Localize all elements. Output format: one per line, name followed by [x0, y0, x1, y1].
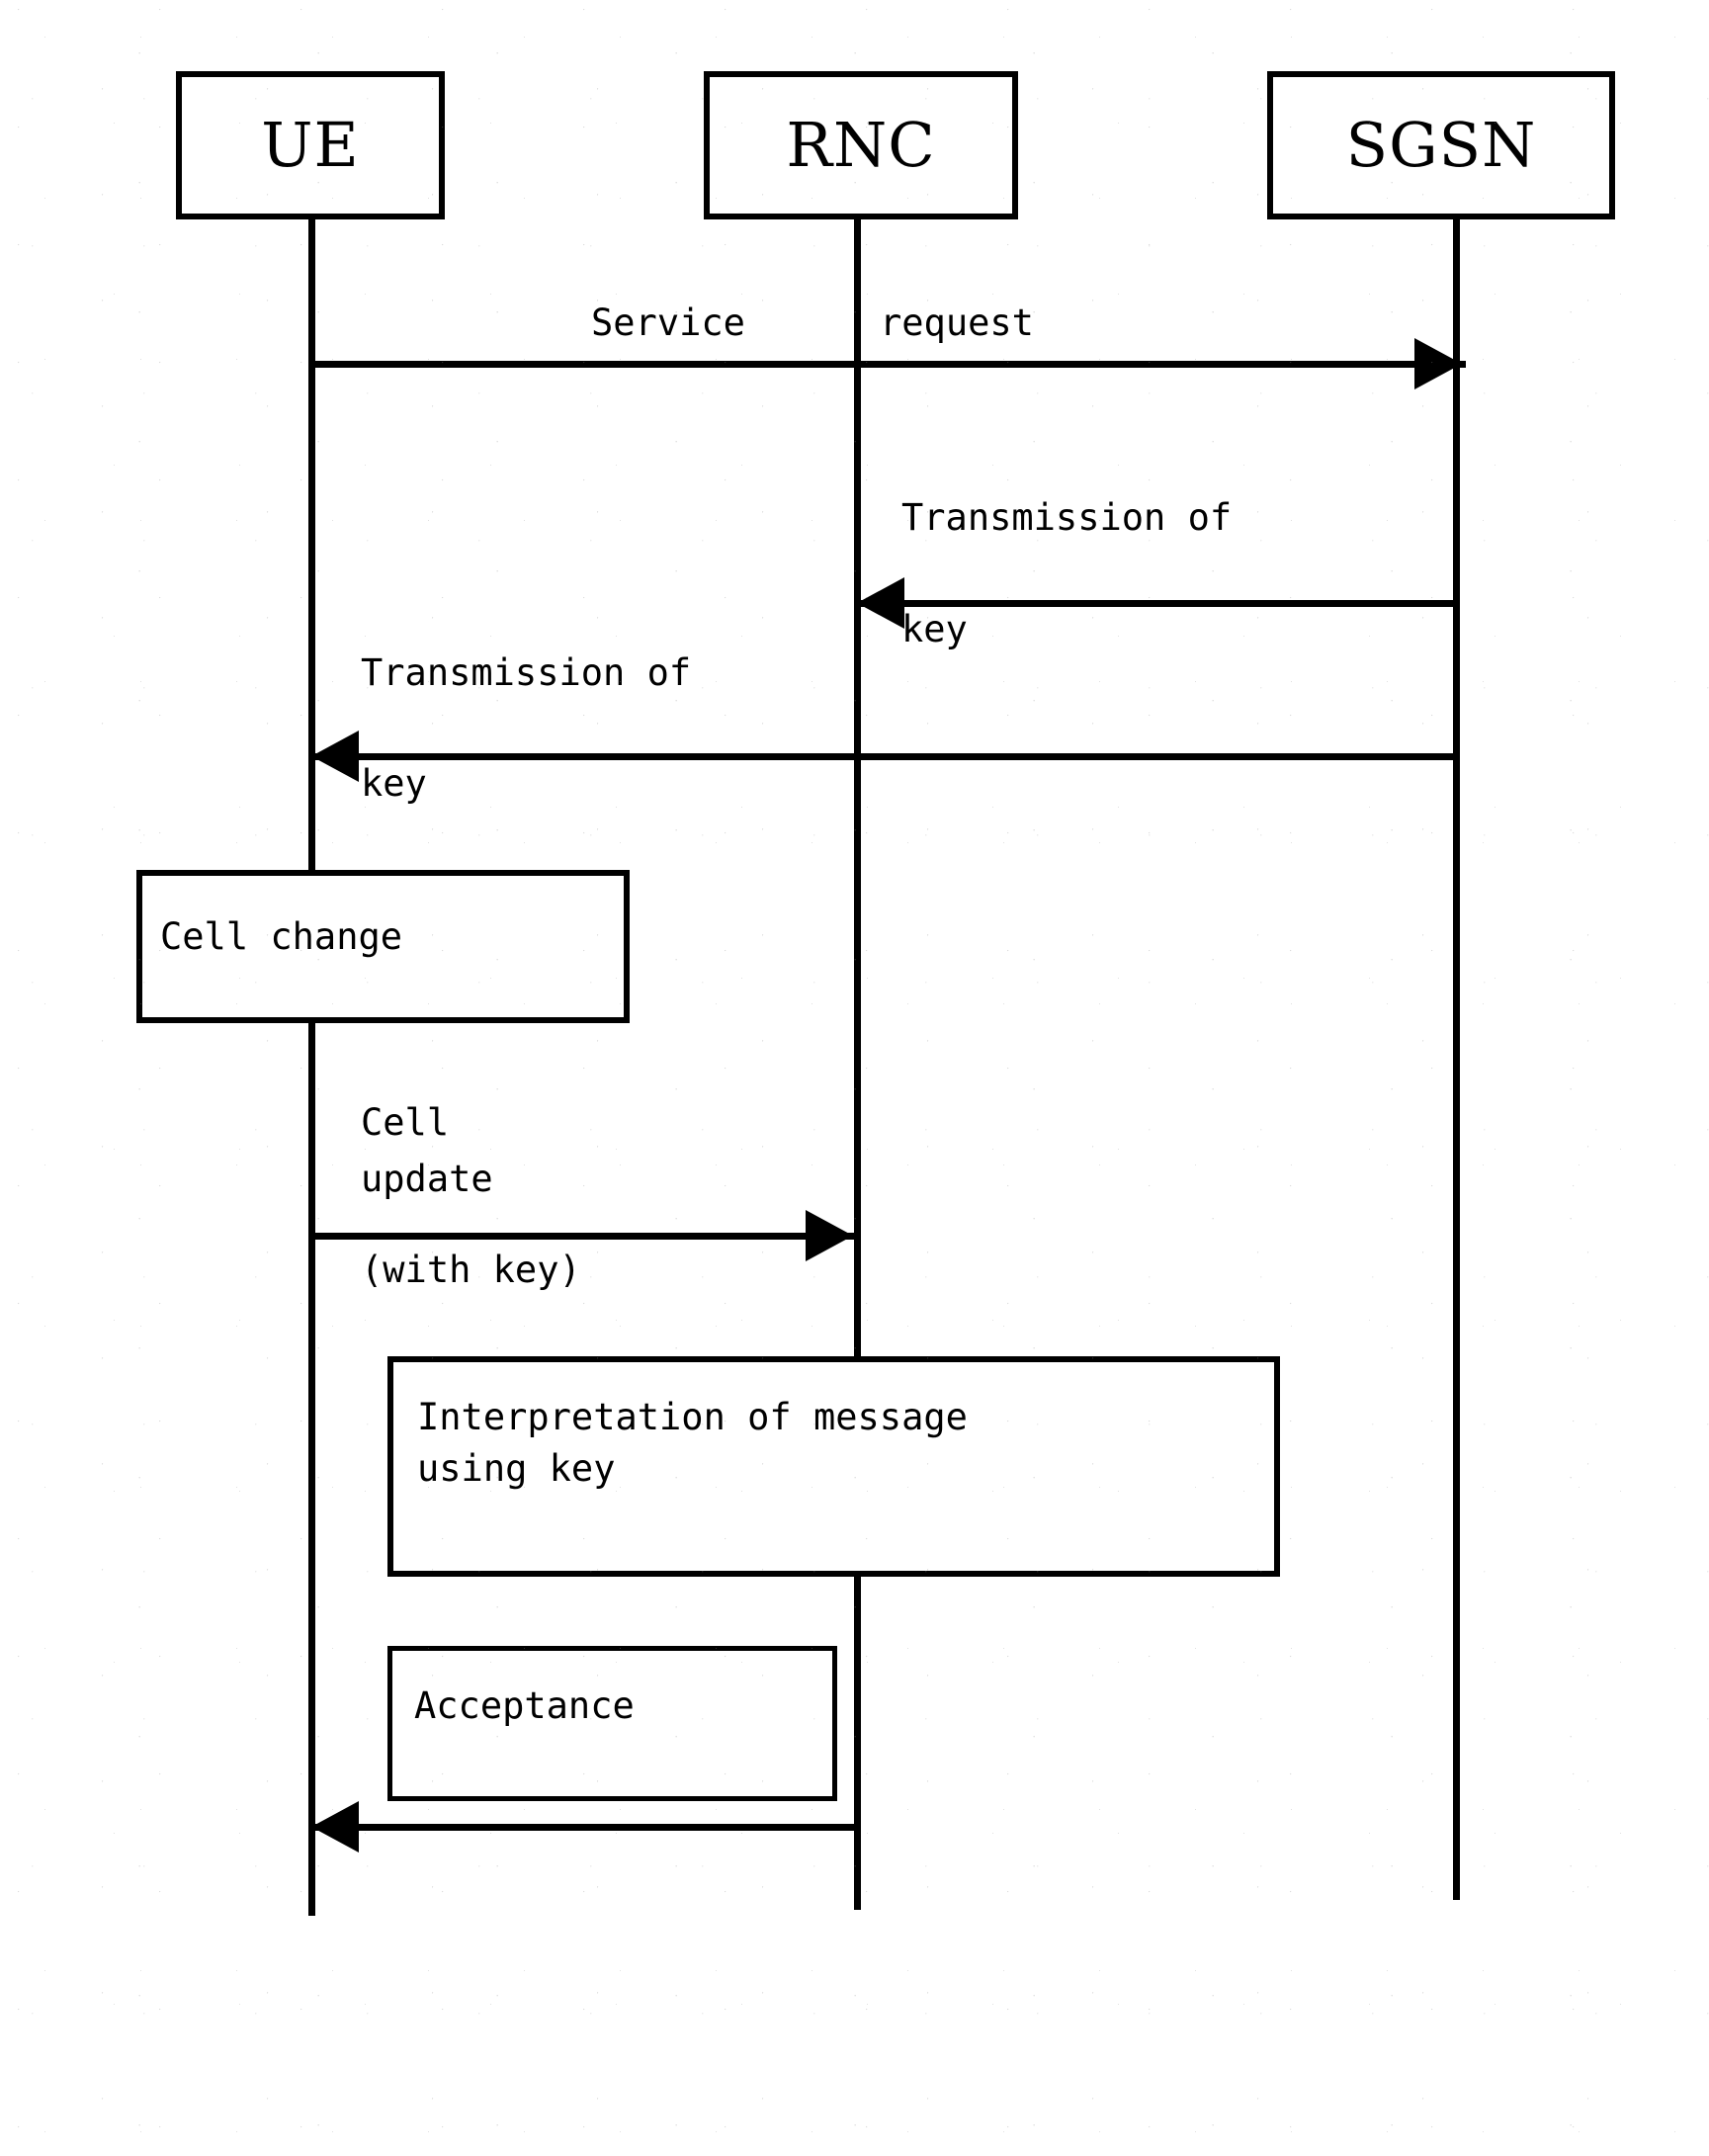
lifeline-rnc: [854, 219, 861, 1910]
note-text-cell-change: Cell change: [160, 915, 403, 958]
actor-box-ue: UE: [176, 71, 445, 219]
note-text-interpretation-line1: Interpretation of message: [417, 1396, 968, 1438]
message-label-tx-key-ue-line2: key: [361, 762, 427, 805]
message-line-cell-update: [311, 1233, 857, 1240]
message-label-tx-key-ue-line1: Transmission of: [361, 651, 692, 694]
note-box-acceptance: Acceptance: [387, 1646, 837, 1801]
actor-label-rnc: RNC: [786, 109, 936, 181]
lifeline-ue: [308, 219, 315, 1916]
arrowhead-right-cell-update: [806, 1210, 853, 1261]
actor-box-rnc: RNC: [704, 71, 1018, 219]
message-label-service-request-line2: request: [880, 302, 1034, 344]
arrowhead-left-acceptance: [311, 1801, 359, 1853]
note-box-cell-change: Cell change: [136, 870, 630, 1023]
message-line-tx-key-rnc: [857, 600, 1456, 607]
note-text-acceptance: Acceptance: [414, 1684, 635, 1727]
lifeline-sgsn: [1453, 219, 1460, 1900]
actor-box-sgsn: SGSN: [1267, 71, 1615, 219]
arrowhead-left-tx-key-ue: [311, 731, 359, 782]
note-text-interpretation-line2: using key: [417, 1447, 616, 1490]
message-label-cell-update-line2: update: [361, 1158, 493, 1200]
actor-label-ue: UE: [261, 109, 360, 181]
message-line-service-request: [311, 361, 1466, 368]
message-label-tx-key-rnc-line1: Transmission of: [901, 496, 1233, 539]
actor-label-sgsn: SGSN: [1345, 109, 1537, 181]
sequence-diagram-canvas: UE RNC SGSN Service request Transmission…: [0, 0, 1709, 2156]
arrowhead-right-service-request: [1414, 338, 1462, 389]
message-line-acceptance: [311, 1824, 857, 1831]
message-line-tx-key-ue: [311, 753, 1456, 760]
arrowhead-left-tx-key-rnc: [857, 577, 904, 629]
message-label-service-request-line1: Service: [591, 302, 745, 344]
message-label-cell-update-line1: Cell: [361, 1101, 450, 1144]
message-label-tx-key-rnc-line2: key: [901, 608, 968, 650]
message-label-cell-update-line3: (with key): [361, 1249, 581, 1291]
note-box-interpretation: Interpretation of message using key: [387, 1356, 1280, 1577]
